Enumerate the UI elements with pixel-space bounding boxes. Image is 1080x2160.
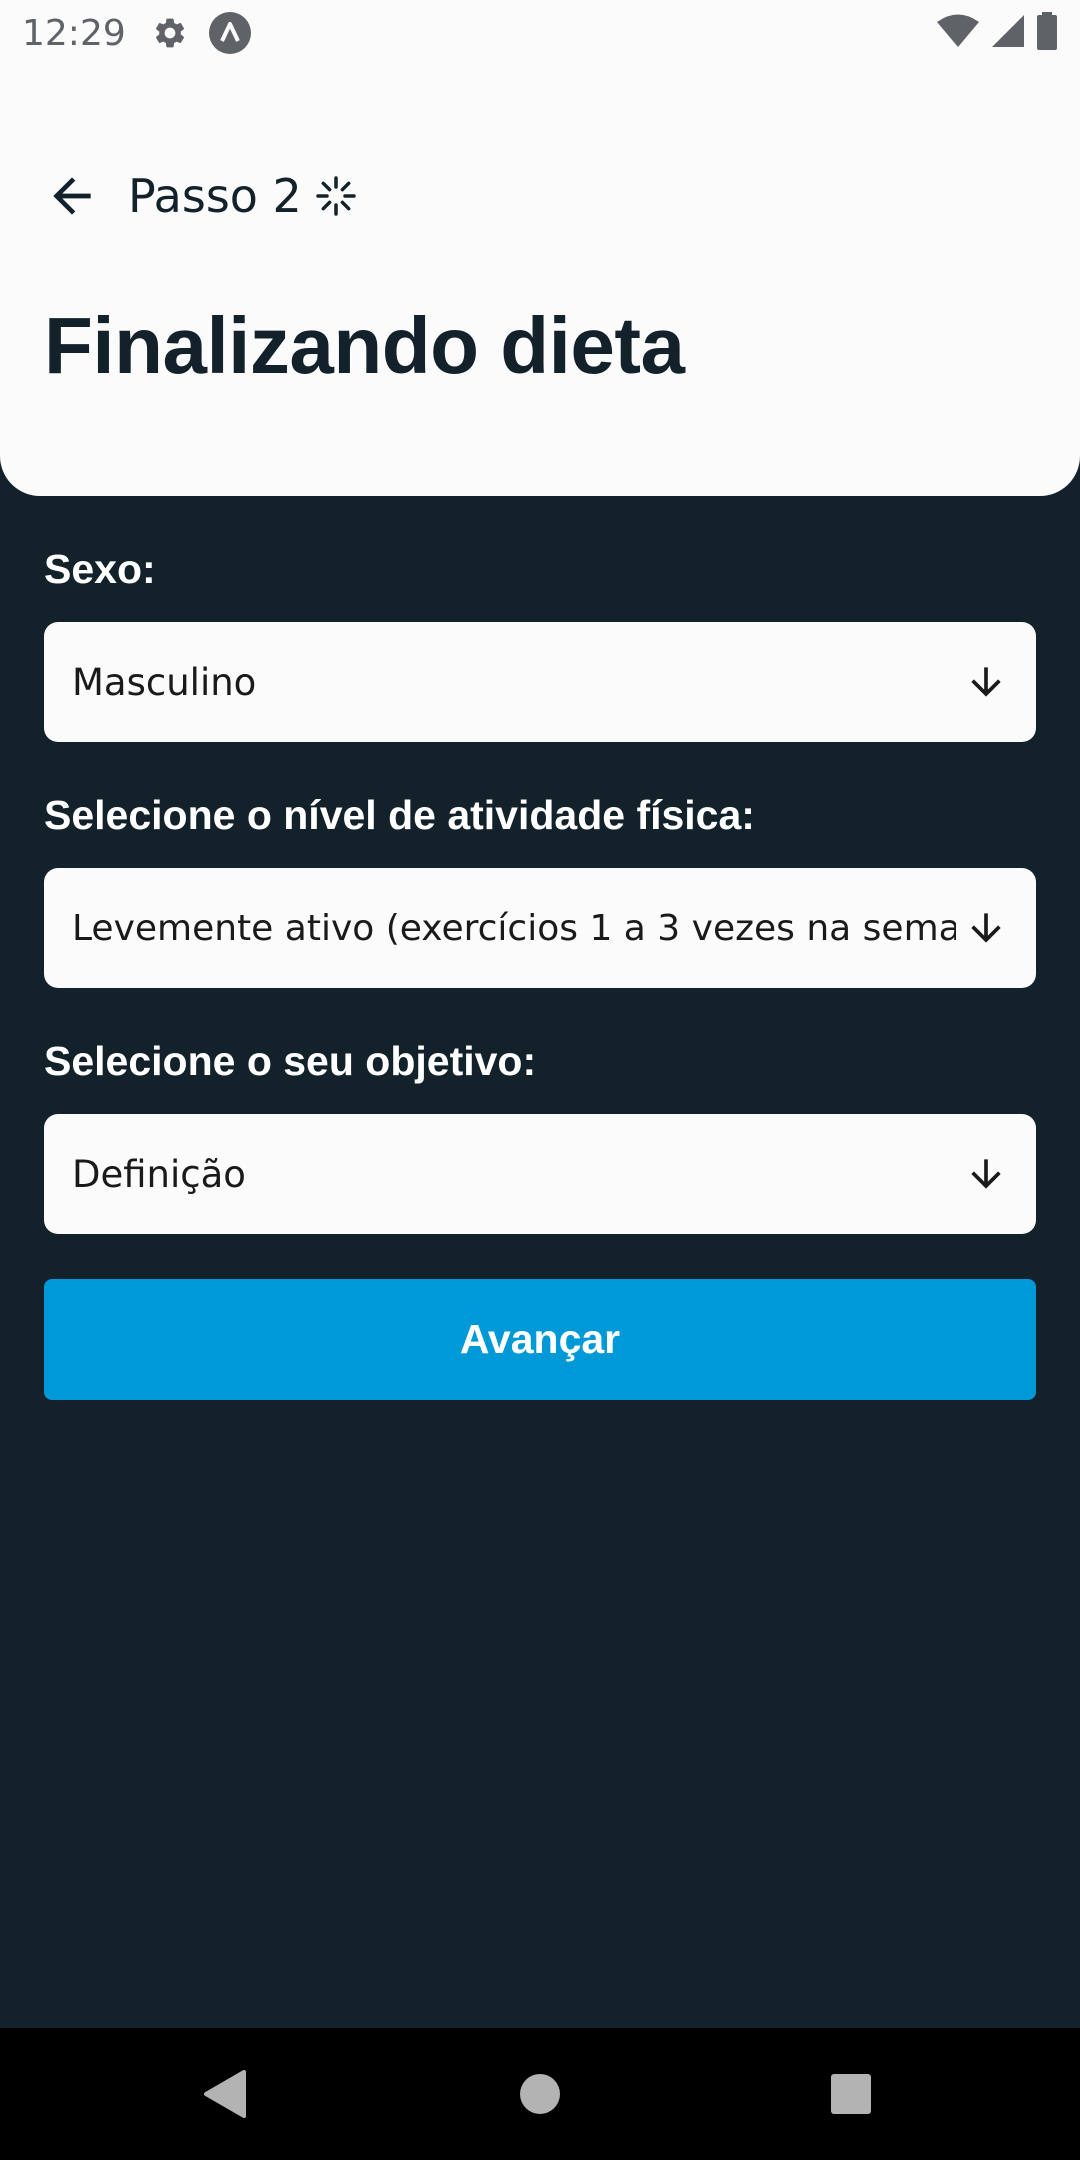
page-title: Finalizando dieta [44, 301, 685, 390]
header-card [0, 66, 1080, 496]
step-row: Passo 2 [44, 164, 358, 228]
nav-home-button[interactable] [512, 2066, 568, 2122]
loading-spinner-icon [314, 174, 358, 218]
gear-icon [152, 15, 188, 51]
cell-signal-icon [990, 13, 1026, 54]
goal-select[interactable]: Definição [44, 1114, 1036, 1234]
sex-select-value: Masculino [72, 660, 257, 704]
step-label: Passo 2 [128, 169, 302, 223]
arrow-down-icon [964, 906, 1008, 950]
activity-select[interactable]: Levemente ativo (exercícios 1 a 3 vezes … [44, 868, 1036, 988]
recents-square-icon [831, 2074, 871, 2114]
activity-select-value: Levemente ativo (exercícios 1 a 3 vezes … [72, 907, 956, 949]
goal-select-value: Definição [72, 1152, 246, 1196]
next-button[interactable]: Avançar [44, 1279, 1036, 1400]
back-button[interactable] [44, 164, 108, 228]
arrow-down-icon [964, 1152, 1008, 1196]
nav-back-button[interactable] [196, 2066, 252, 2122]
system-nav-bar [0, 2028, 1080, 2160]
arrow-left-icon [53, 177, 91, 215]
back-triangle-icon [204, 2070, 246, 2118]
battery-icon [1036, 11, 1058, 55]
sex-select[interactable]: Masculino [44, 622, 1036, 742]
arrow-down-icon [964, 660, 1008, 704]
goal-label: Selecione o seu objetivo: [44, 1038, 537, 1084]
app-notification-icon [208, 11, 252, 55]
home-circle-icon [520, 2074, 560, 2114]
status-bar: 12:29 [0, 0, 1080, 66]
status-time: 12:29 [22, 12, 126, 54]
sex-label: Sexo: [44, 546, 156, 592]
wifi-icon [936, 13, 980, 54]
nav-recents-button[interactable] [823, 2066, 879, 2122]
activity-label: Selecione o nível de atividade física: [44, 792, 755, 838]
